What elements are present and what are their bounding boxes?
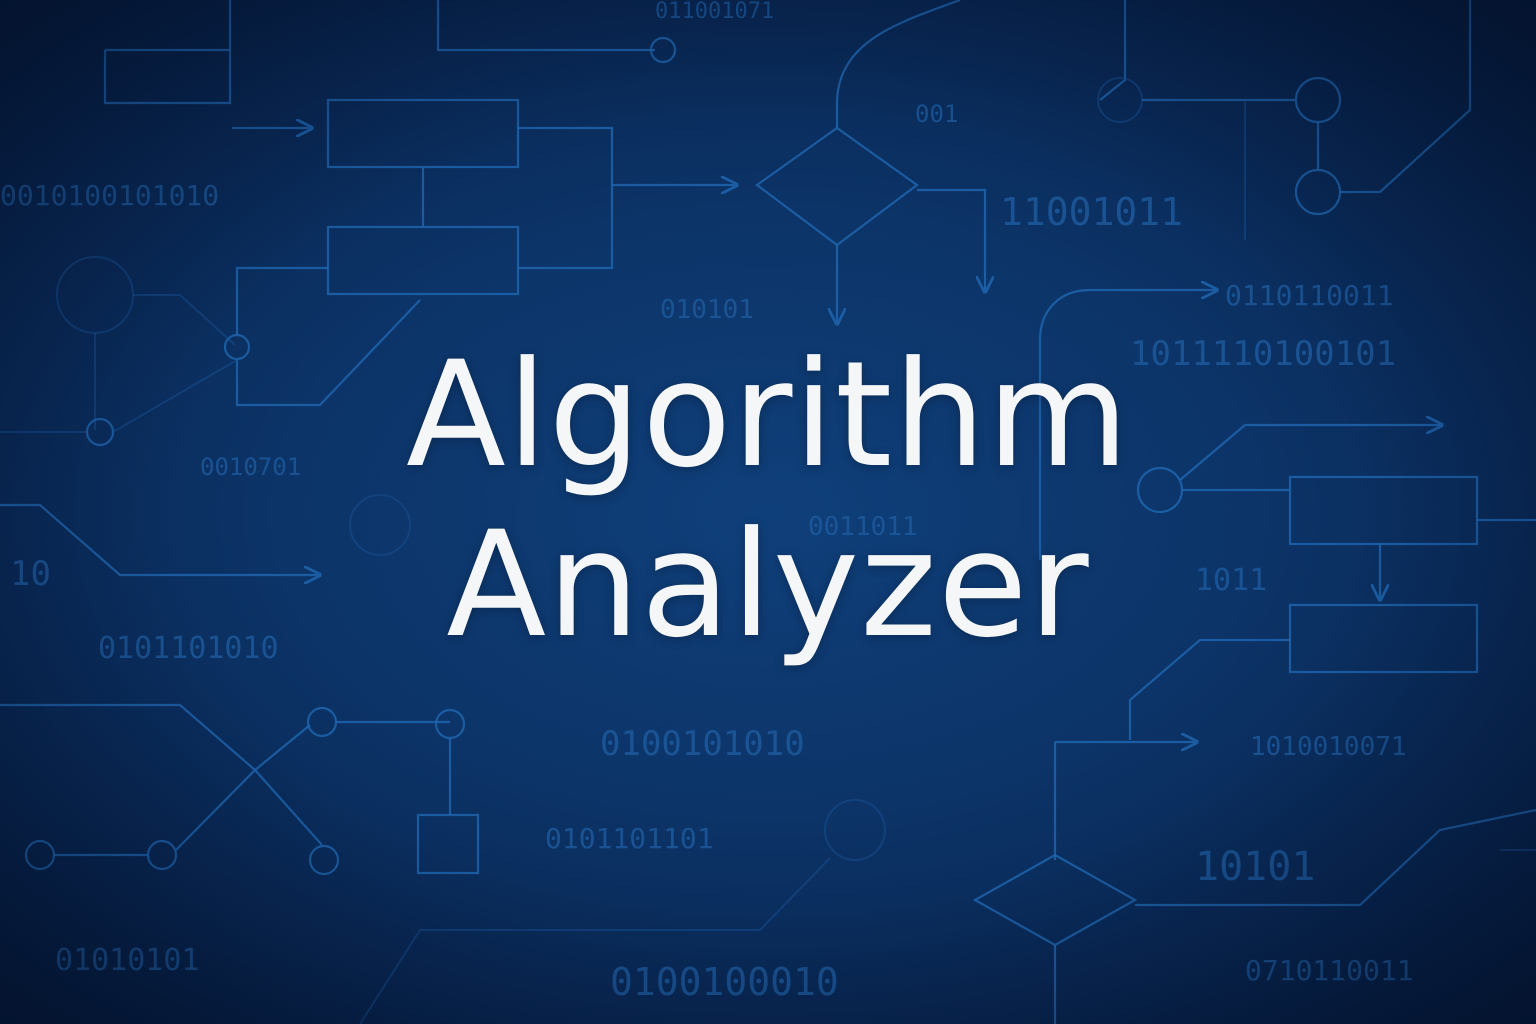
binary-text: 11001011 [1000, 190, 1183, 234]
title-block: Algorithm Analyzer [0, 330, 1536, 670]
binary-text: 0110110011 [1225, 279, 1394, 312]
binary-text: 01010101 [55, 943, 200, 978]
binary-text: 0100100010 [610, 960, 839, 1004]
title-line-2: Analyzer [446, 500, 1090, 670]
binary-text: 010101 [660, 295, 754, 325]
binary-text: 011001071 [655, 0, 774, 24]
title-card: 011001071 0010100101010 001 11001011 010… [0, 0, 1536, 1024]
binary-text: 0100101010 [600, 724, 805, 764]
binary-text: 10101 [1195, 844, 1315, 890]
binary-text: 0010100101010 [0, 179, 219, 212]
binary-text: 001 [915, 100, 958, 128]
binary-text: 1010010071 [1250, 732, 1407, 762]
binary-text: 0101101101 [545, 822, 714, 855]
binary-text: 0710110011 [1245, 954, 1414, 987]
title-line-1: Algorithm [405, 330, 1131, 500]
